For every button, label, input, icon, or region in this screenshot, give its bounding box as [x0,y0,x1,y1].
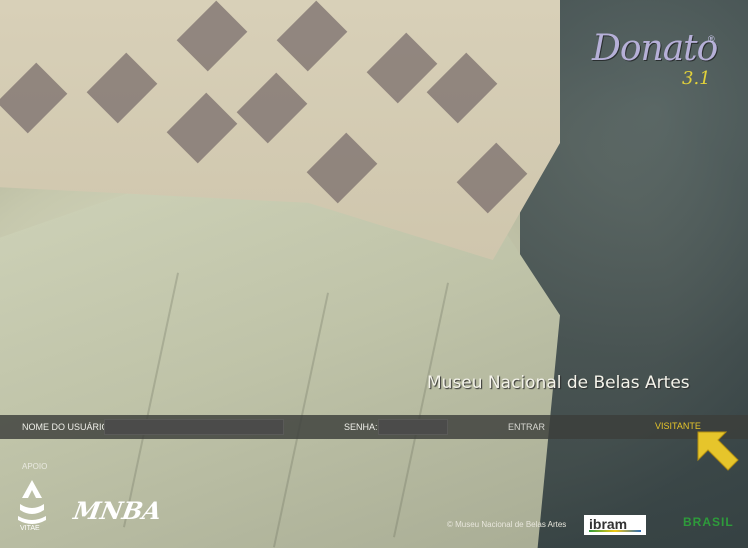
login-bar: NOME DO USUÁRIO: SENHA: ENTRAR VISITANTE [0,415,748,439]
logo-version: 3.1 [682,68,711,89]
footer-copyright: © Museu Nacional de Belas Artes [447,520,567,529]
password-label: SENHA: [344,422,378,432]
apoio-label: APOIO [22,462,48,471]
donato-logo: Donato ® 3.1 [592,28,722,98]
ibram-logo: ibram [584,515,646,535]
diamond-pattern [0,62,68,134]
vitae-label: VITAE [20,525,40,532]
diamond-pattern [236,72,308,144]
ibram-stripe [589,530,641,532]
diamond-pattern [166,92,238,164]
username-label: NOME DO USUÁRIO: [22,422,112,432]
brasil-label: BRASIL [683,515,734,529]
diamond-pattern [276,0,348,72]
diamond-pattern [86,52,158,124]
logo-name: Donato [592,28,718,69]
arrow-up-left-icon[interactable] [694,428,742,476]
diamond-pattern [176,0,248,72]
username-input[interactable] [104,419,284,435]
museum-title: Museu Nacional de Belas Artes [427,373,690,393]
logo-registered-mark: ® [708,34,715,44]
diamond-pattern [306,132,378,204]
enter-button[interactable]: ENTRAR [508,422,545,432]
mnba-logo: MNBA [71,496,164,525]
password-input[interactable] [378,419,448,435]
background-painting: Donato ® 3.1 Museu Nacional de Belas Art… [0,0,748,548]
diamond-pattern [456,142,528,214]
brasil-logo: BRASIL [683,513,739,535]
